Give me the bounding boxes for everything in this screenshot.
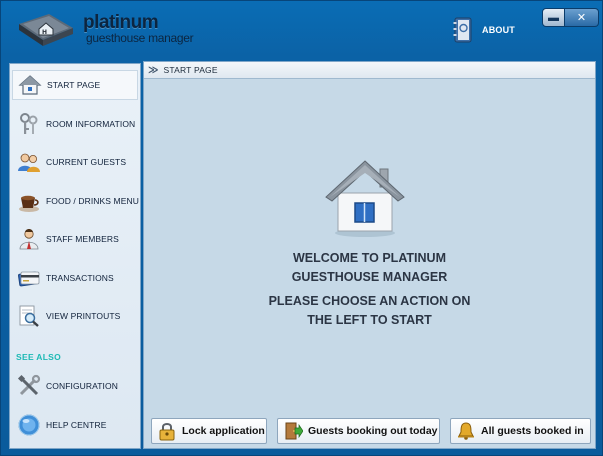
sidebar-item-view-printouts[interactable]: VIEW PRINTOUTS	[12, 301, 138, 331]
double-chevron-icon: ≫	[148, 64, 159, 76]
sidebar-item-current-guests[interactable]: CURRENT GUESTS	[12, 147, 138, 177]
sidebar-item-start-page[interactable]: START PAGE	[12, 70, 138, 100]
sidebar-item-label: STAFF MEMBERS	[46, 234, 119, 244]
sidebar-item-help-centre[interactable]: HELP CENTRE	[12, 410, 138, 440]
see-also-heading: SEE ALSO	[16, 352, 62, 362]
keys-icon	[17, 112, 41, 136]
magnifier-document-icon	[17, 304, 41, 328]
address-book-icon	[453, 17, 473, 43]
app-header: H platinum guesthouse manager ABOUT ▬ ✕	[1, 1, 602, 61]
close-button[interactable]: ✕	[565, 8, 599, 27]
all-guests-booked-in-button[interactable]: All guests booked in	[450, 418, 591, 444]
sidebar-item-label: ROOM INFORMATION	[46, 119, 136, 129]
welcome-line-2: GUESTHOUSE MANAGER	[291, 270, 448, 284]
app-window: H platinum guesthouse manager ABOUT ▬ ✕ …	[0, 0, 603, 456]
coffee-cup-icon	[17, 189, 41, 213]
sidebar-item-label: CONFIGURATION	[46, 381, 118, 391]
all-guests-booked-in-label: All guests booked in	[481, 425, 584, 437]
house-icon	[18, 73, 42, 97]
lock-application-button[interactable]: Lock application	[151, 418, 267, 444]
staff-icon	[17, 227, 41, 251]
main-panel: ≫ START PAGE WELCOME TO PLATINUM GUESTHO…	[143, 61, 596, 449]
bell-icon	[456, 421, 476, 441]
credit-card-icon	[17, 266, 41, 290]
breadcrumb: ≫ START PAGE	[144, 62, 595, 79]
minimize-button[interactable]: ▬	[542, 8, 565, 27]
instruction-message: PLEASE CHOOSE AN ACTION ON THE LEFT TO S…	[144, 292, 595, 330]
people-icon	[17, 150, 41, 174]
app-logo: platinum guesthouse manager	[83, 12, 194, 45]
tools-icon	[17, 374, 41, 398]
exit-door-icon	[283, 421, 304, 441]
sidebar-item-label: FOOD / DRINKS MENU	[46, 196, 139, 206]
breadcrumb-label: START PAGE	[163, 65, 218, 75]
logo-title: platinum	[83, 12, 159, 33]
svg-text:H: H	[42, 29, 47, 36]
sidebar-item-label: TRANSACTIONS	[46, 273, 114, 283]
help-globe-icon	[17, 413, 41, 437]
sidebar-item-room-information[interactable]: ROOM INFORMATION	[12, 109, 138, 139]
sidebar: START PAGE ROOM INFORMATION CURRENT GUES…	[9, 63, 141, 449]
sidebar-item-food-drinks-menu[interactable]: FOOD / DRINKS MENU	[12, 186, 139, 216]
guests-booking-out-label: Guests booking out today	[308, 425, 438, 437]
sidebar-item-label: HELP CENTRE	[46, 420, 107, 430]
welcome-message: WELCOME TO PLATINUM GUESTHOUSE MANAGER	[144, 249, 595, 287]
guests-booking-out-button[interactable]: Guests booking out today	[277, 418, 440, 444]
sidebar-item-label: START PAGE	[47, 80, 101, 90]
sidebar-item-staff-members[interactable]: STAFF MEMBERS	[12, 224, 138, 254]
sidebar-item-transactions[interactable]: TRANSACTIONS	[12, 263, 138, 293]
logo-book-icon: H	[15, 10, 75, 50]
instruction-line-2: THE LEFT TO START	[307, 313, 432, 327]
padlock-icon	[157, 421, 177, 441]
about-label: ABOUT	[482, 25, 515, 35]
sidebar-item-label: VIEW PRINTOUTS	[46, 311, 121, 321]
house-icon	[322, 159, 408, 239]
welcome-line-1: WELCOME TO PLATINUM	[293, 251, 446, 265]
instruction-line-1: PLEASE CHOOSE AN ACTION ON	[268, 294, 471, 308]
about-button[interactable]: ABOUT	[453, 17, 515, 43]
sidebar-item-label: CURRENT GUESTS	[46, 157, 127, 167]
window-controls: ▬ ✕	[542, 8, 599, 27]
sidebar-item-configuration[interactable]: CONFIGURATION	[12, 371, 138, 401]
logo-subtitle: guesthouse manager	[86, 31, 194, 45]
lock-application-label: Lock application	[182, 425, 265, 437]
